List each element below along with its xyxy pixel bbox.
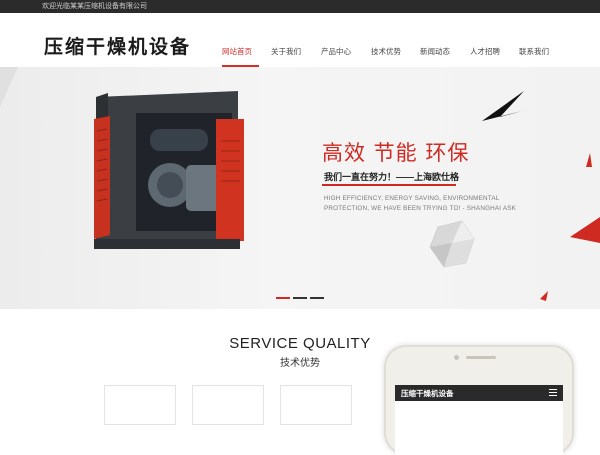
headline-divider xyxy=(322,184,456,186)
service-section: SERVICE QUALITY 技术优势 压缩干燥机设备 xyxy=(0,309,600,455)
carousel-dot-1[interactable] xyxy=(276,297,290,299)
banner-headline: 高效 节能 环保 xyxy=(322,141,470,165)
nav-item-home[interactable]: 网站首页 xyxy=(222,46,252,57)
mobile-logo: 压缩干燥机设备 xyxy=(401,389,454,398)
service-card[interactable] xyxy=(192,385,264,425)
nav-item-technology[interactable]: 技术优势 xyxy=(371,46,401,57)
banner-subline: 我们一直在努力！——上海欧仕格 xyxy=(324,172,460,182)
phone-camera xyxy=(454,355,459,360)
nav-item-products[interactable]: 产品中心 xyxy=(321,46,351,57)
banner-english-text: HIGH EFFICIENCY, ENERGY SAVING, ENVIRONM… xyxy=(324,195,517,212)
hero-banner[interactable]: 高效 节能 环保 我们一直在努力！——上海欧仕格 HIGH EFFICIENCY… xyxy=(0,67,600,309)
menu-icon[interactable] xyxy=(549,389,557,396)
mobile-header: 压缩干燥机设备 xyxy=(395,385,563,401)
service-card[interactable] xyxy=(104,385,176,425)
air-compressor-image xyxy=(94,91,244,249)
nav-item-about[interactable]: 关于我们 xyxy=(271,46,301,57)
phone-screen: 压缩干燥机设备 xyxy=(395,385,563,455)
nav-item-contact[interactable]: 联系我们 xyxy=(519,46,549,57)
header: 压缩干燥机设备 网站首页 关于我们 产品中心 技术优势 新闻动态 人才招聘 联系… xyxy=(0,13,600,67)
carousel-dot-2[interactable] xyxy=(293,297,307,299)
top-bar: 欢迎光临某某压缩机设备有限公司 xyxy=(0,0,600,13)
phone-speaker xyxy=(466,356,496,359)
service-card[interactable] xyxy=(280,385,352,425)
carousel-dot-3[interactable] xyxy=(310,297,324,299)
site-logo[interactable]: 压缩干燥机设备 xyxy=(44,32,191,59)
nav-item-news[interactable]: 新闻动态 xyxy=(420,46,450,57)
welcome-text: 欢迎光临某某压缩机设备有限公司 xyxy=(42,3,147,10)
nav-item-careers[interactable]: 人才招聘 xyxy=(470,46,500,57)
phone-mockup: 压缩干燥机设备 xyxy=(384,345,574,455)
